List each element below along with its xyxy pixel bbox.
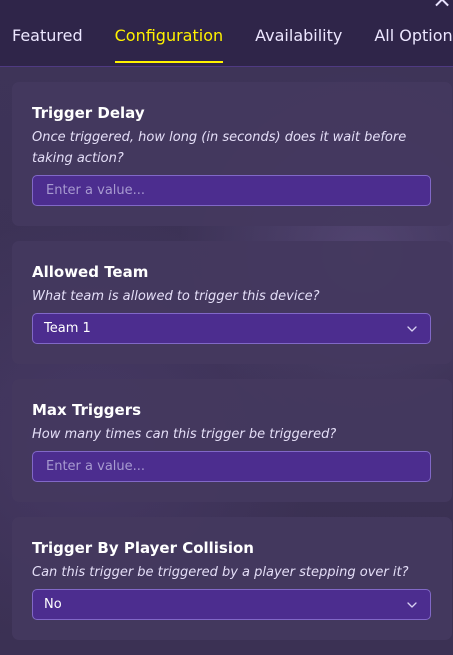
setting-title: Trigger By Player Collision [32, 539, 254, 557]
setting-card-max-triggers: Max Triggers How many times can this tri… [12, 379, 452, 502]
tab-configuration[interactable]: Configuration [114, 26, 223, 63]
setting-card-allowed-team: Allowed Team What team is allowed to tri… [12, 241, 452, 364]
tab-featured[interactable]: Featured [12, 26, 83, 63]
setting-card-player-collision: Trigger By Player Collision Can this tri… [12, 517, 452, 640]
max-triggers-field[interactable] [32, 451, 431, 482]
setting-description: Can this trigger be triggered by a playe… [32, 565, 409, 580]
tab-bar: Featured Configuration Availability All … [12, 26, 453, 63]
chevron-down-icon [407, 601, 417, 608]
player-collision-select[interactable]: No [32, 589, 431, 620]
setting-title: Allowed Team [32, 263, 149, 281]
close-button[interactable]: × [431, 0, 453, 13]
player-collision-value: No [44, 597, 62, 612]
setting-card-trigger-delay: Trigger Delay Once triggered, how long (… [12, 82, 452, 226]
chevron-down-icon [407, 325, 417, 332]
setting-description: What team is allowed to trigger this dev… [32, 289, 320, 304]
close-icon: × [432, 0, 452, 13]
allowed-team-select[interactable]: Team 1 [32, 313, 431, 344]
allowed-team-value: Team 1 [44, 321, 91, 336]
trigger-delay-input[interactable] [44, 175, 419, 206]
max-triggers-input[interactable] [44, 451, 419, 482]
tab-availability[interactable]: Availability [255, 26, 342, 63]
settings-content: Trigger Delay Once triggered, how long (… [12, 82, 452, 655]
setting-description: Once triggered, how long (in seconds) do… [32, 130, 407, 166]
setting-description: How many times can this trigger be trigg… [32, 427, 337, 442]
setting-title: Max Triggers [32, 401, 142, 419]
settings-header: × Featured Configuration Availability Al… [0, 0, 453, 67]
tab-all-options[interactable]: All Options [374, 26, 453, 63]
trigger-delay-field[interactable] [32, 175, 431, 206]
setting-title: Trigger Delay [32, 104, 145, 122]
